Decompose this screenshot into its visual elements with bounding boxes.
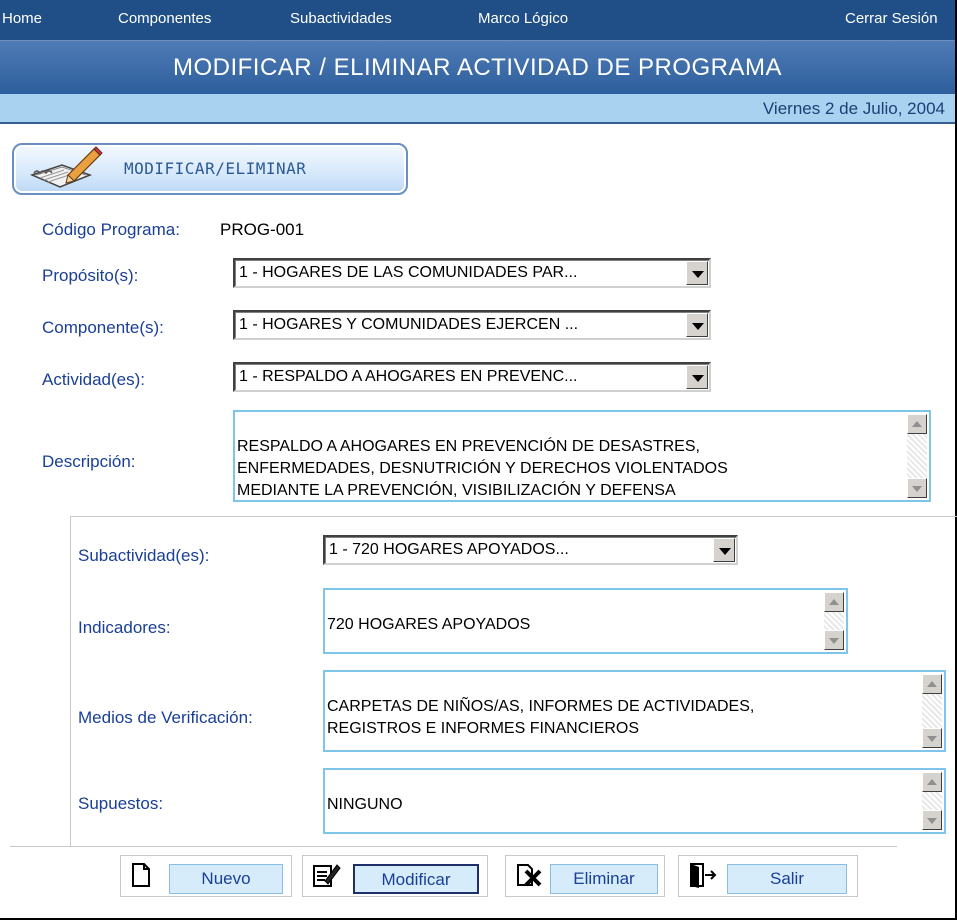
codigo-programa-value: PROG-001 xyxy=(220,220,305,239)
actividad-select[interactable]: 1 - RESPALDO A AHOGARES EN PREVENC... xyxy=(233,362,711,392)
codigo-programa-label: Código Programa: xyxy=(42,220,180,239)
medios-scrollbar[interactable] xyxy=(922,674,942,748)
scroll-down-icon[interactable] xyxy=(824,630,844,650)
indicadores-textarea[interactable]: 720 HOGARES APOYADOS xyxy=(323,588,848,654)
scroll-up-icon[interactable] xyxy=(922,674,942,694)
descripcion-label: Descripción: xyxy=(42,452,136,471)
nav-marco-logico-link[interactable]: Marco Lógico xyxy=(478,10,568,27)
modificar-button-label: Modificar xyxy=(353,864,479,894)
nuevo-button[interactable]: Nuevo xyxy=(120,855,292,897)
delete-document-icon xyxy=(517,864,542,887)
exit-door-icon xyxy=(690,863,717,888)
subactividad-selected-value: 1 - 720 HOGARES APOYADOS... xyxy=(329,541,569,558)
descripcion-textarea[interactable]: RESPALDO A AHOGARES EN PREVENCIÓN DE DES… xyxy=(233,410,931,502)
proposito-select[interactable]: 1 - HOGARES DE LAS COMUNIDADES PAR... xyxy=(233,258,711,288)
nav-subactividades-link[interactable]: Subactividades xyxy=(290,10,392,27)
new-document-icon xyxy=(132,863,150,887)
subactividad-label: Subactividad(es): xyxy=(78,546,210,565)
section-left-border xyxy=(70,516,71,846)
indicadores-text: 720 HOGARES APOYADOS xyxy=(327,616,531,633)
buttons-divider xyxy=(10,846,897,847)
section-divider xyxy=(70,516,957,517)
scroll-up-icon[interactable] xyxy=(922,772,942,792)
actividad-label: Actividad(es): xyxy=(42,370,145,389)
descripcion-scrollbar[interactable] xyxy=(907,414,927,498)
nav-cerrar-sesion-link[interactable]: Cerrar Sesión xyxy=(845,10,938,27)
supuestos-label: Supuestos: xyxy=(78,794,164,813)
chevron-down-icon[interactable] xyxy=(713,538,735,562)
subactividad-select[interactable]: 1 - 720 HOGARES APOYADOS... xyxy=(323,535,738,565)
tab-modificar-eliminar: MODIFICAR/ELIMINAR xyxy=(12,143,408,195)
medios-verificacion-text: CARPETAS DE NIÑOS/AS, INFORMES DE ACTIVI… xyxy=(327,698,755,737)
actividad-selected-value: 1 - RESPALDO A AHOGARES EN PREVENC... xyxy=(239,368,578,385)
chevron-down-icon[interactable] xyxy=(686,365,708,389)
indicadores-label: Indicadores: xyxy=(78,618,171,637)
nav-componentes-link[interactable]: Componentes xyxy=(118,10,211,27)
componente-selected-value: 1 - HOGARES Y COMUNIDADES EJERCEN ... xyxy=(239,316,579,333)
current-date: Viernes 2 de Julio, 2004 xyxy=(762,99,945,118)
edit-document-icon xyxy=(313,864,341,887)
eliminar-button-label: Eliminar xyxy=(550,864,658,894)
salir-button[interactable]: Salir xyxy=(678,855,858,897)
supuestos-textarea[interactable]: NINGUNO xyxy=(323,768,946,834)
medios-verificacion-label: Medios de Verificación: xyxy=(78,708,253,727)
indicadores-scrollbar[interactable] xyxy=(824,592,844,650)
salir-button-label: Salir xyxy=(727,864,847,894)
notepad-pencil-icon xyxy=(29,146,103,188)
componente-label: Componente(s): xyxy=(42,318,164,337)
descripcion-text: RESPALDO A AHOGARES EN PREVENCIÓN DE DES… xyxy=(237,438,728,499)
nav-home-link[interactable]: Home xyxy=(2,10,42,27)
scroll-down-icon[interactable] xyxy=(907,478,927,498)
date-bar: Viernes 2 de Julio, 2004 xyxy=(0,94,955,124)
nuevo-button-label: Nuevo xyxy=(169,864,283,894)
proposito-label: Propósito(s): xyxy=(42,266,139,285)
componente-select[interactable]: 1 - HOGARES Y COMUNIDADES EJERCEN ... xyxy=(233,310,711,340)
eliminar-button[interactable]: Eliminar xyxy=(505,855,665,897)
scroll-up-icon[interactable] xyxy=(907,414,927,434)
top-navigation: Home Componentes Subactividades Marco Ló… xyxy=(0,0,955,40)
scroll-down-icon[interactable] xyxy=(922,810,942,830)
chevron-down-icon[interactable] xyxy=(686,261,708,285)
scroll-up-icon[interactable] xyxy=(824,592,844,612)
modificar-button[interactable]: Modificar xyxy=(302,855,488,897)
supuestos-scrollbar[interactable] xyxy=(922,772,942,830)
supuestos-text: NINGUNO xyxy=(327,796,403,813)
scroll-down-icon[interactable] xyxy=(922,728,942,748)
proposito-selected-value: 1 - HOGARES DE LAS COMUNIDADES PAR... xyxy=(239,264,578,281)
medios-verificacion-textarea[interactable]: CARPETAS DE NIÑOS/AS, INFORMES DE ACTIVI… xyxy=(323,670,946,752)
tab-label: MODIFICAR/ELIMINAR xyxy=(124,159,307,178)
page-title: MODIFICAR / ELIMINAR ACTIVIDAD DE PROGRA… xyxy=(0,40,955,94)
chevron-down-icon[interactable] xyxy=(686,313,708,337)
